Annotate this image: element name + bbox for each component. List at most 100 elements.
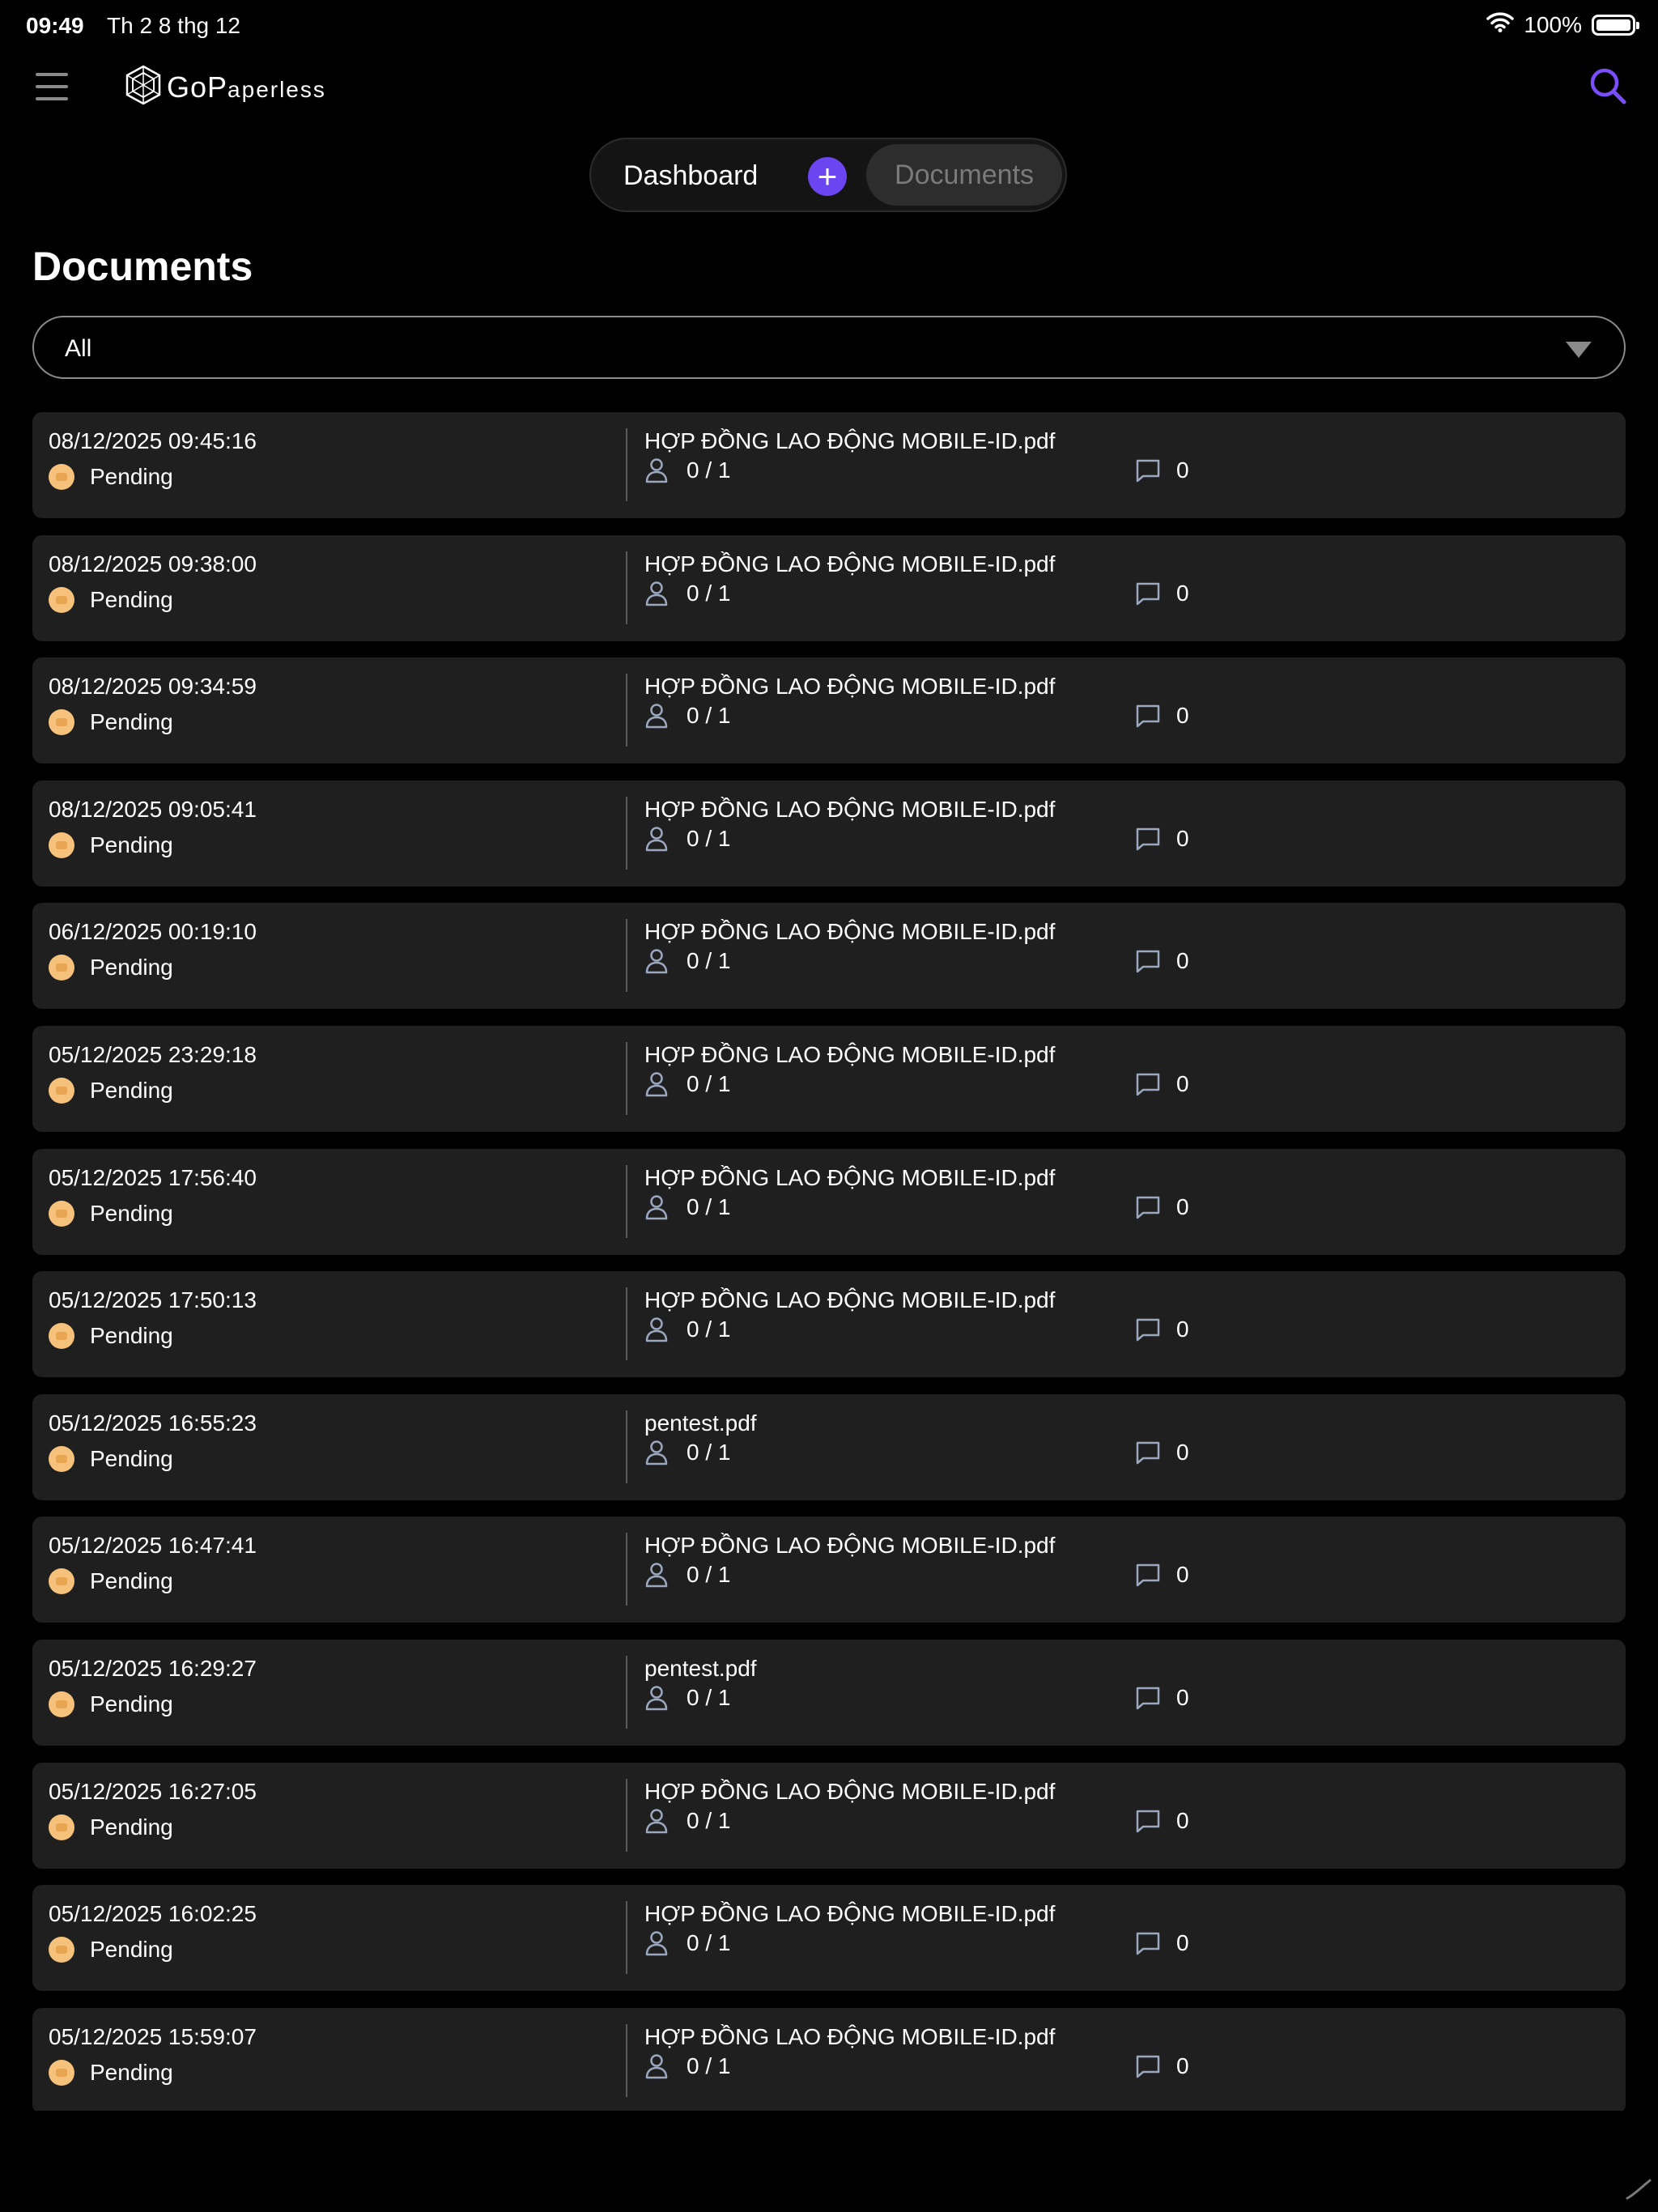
document-date: 05/12/2025 16:27:05 [49,1779,257,1804]
pending-status-icon [49,1691,74,1717]
document-name: HỢP ĐỒNG LAO ĐỘNG MOBILE-ID.pdf [644,1901,1056,1926]
pencil-stroke-icon [1624,2177,1653,2206]
comment-count: 0 [1176,948,1189,973]
signer-count: 0 / 1 [687,703,731,728]
status-time: 09:49 [26,13,84,38]
pending-status-icon [49,587,74,613]
chevron-down-icon [1566,342,1592,358]
comment-count: 0 [1176,1440,1189,1465]
document-card[interactable]: 05/12/2025 16:55:23 Pending pentest.pdf … [32,1394,1626,1500]
document-name: HỢP ĐỒNG LAO ĐỘNG MOBILE-ID.pdf [644,1779,1056,1804]
card-divider [626,1165,627,1238]
document-card[interactable]: 05/12/2025 16:27:05 Pending HỢP ĐỒNG LAO… [32,1763,1626,1869]
signer-count: 0 / 1 [687,1562,731,1587]
document-status: Pending [90,1201,173,1226]
document-card[interactable]: 08/12/2025 09:05:41 Pending HỢP ĐỒNG LAO… [32,781,1626,887]
document-name: HỢP ĐỒNG LAO ĐỘNG MOBILE-ID.pdf [644,1533,1056,1558]
document-status: Pending [90,1937,173,1962]
document-date: 05/12/2025 23:29:18 [49,1042,257,1067]
add-document-button[interactable]: + [808,157,847,196]
document-name: HỢP ĐỒNG LAO ĐỘNG MOBILE-ID.pdf [644,1165,1056,1190]
document-name: HỢP ĐỒNG LAO ĐỘNG MOBILE-ID.pdf [644,551,1056,576]
document-card[interactable]: 08/12/2025 09:38:00 Pending HỢP ĐỒNG LAO… [32,535,1626,641]
card-divider [626,551,627,624]
signer-count: 0 / 1 [687,457,731,483]
comment-count: 0 [1176,2053,1189,2078]
document-card[interactable]: 05/12/2025 16:29:27 Pending pentest.pdf … [32,1640,1626,1746]
tab-dashboard[interactable]: Dashboard [623,160,758,192]
document-card[interactable]: 05/12/2025 17:50:13 Pending HỢP ĐỒNG LAO… [32,1271,1626,1377]
comment-icon [1135,826,1161,856]
comment-icon [1135,1562,1161,1592]
document-name: HỢP ĐỒNG LAO ĐỘNG MOBILE-ID.pdf [644,919,1056,944]
user-icon [644,1562,669,1592]
document-date: 08/12/2025 09:45:16 [49,428,257,453]
comment-count: 0 [1176,1194,1189,1219]
card-divider [626,428,627,501]
comment-count: 0 [1176,1071,1189,1096]
status-bar: 09:49 Th 2 8 thg 12 100% [0,0,1658,52]
comment-count: 0 [1176,1562,1189,1587]
page-title: Documents [32,244,253,289]
document-card[interactable]: 05/12/2025 15:59:07 Pending HỢP ĐỒNG LAO… [32,2008,1626,2111]
comment-icon [1135,948,1161,978]
signer-count: 0 / 1 [687,1317,731,1342]
comment-icon [1135,457,1161,487]
user-icon [644,1930,669,1960]
battery-percent: 100% [1524,11,1582,37]
comment-icon [1135,1440,1161,1470]
search-icon[interactable] [1588,66,1627,111]
signer-count: 0 / 1 [687,948,731,973]
comment-count: 0 [1176,581,1189,606]
comment-icon [1135,1685,1161,1715]
signer-count: 0 / 1 [687,581,731,606]
menu-icon[interactable] [36,73,68,100]
pending-status-icon [49,709,74,735]
comment-count: 0 [1176,457,1189,483]
comment-count: 0 [1176,1930,1189,1955]
comment-icon [1135,1808,1161,1838]
card-divider [626,1901,627,1974]
document-card[interactable]: 08/12/2025 09:34:59 Pending HỢP ĐỒNG LAO… [32,657,1626,764]
comment-icon [1135,2053,1161,2083]
card-divider [626,1656,627,1729]
document-card[interactable]: 06/12/2025 00:19:10 Pending HỢP ĐỒNG LAO… [32,903,1626,1009]
document-date: 05/12/2025 16:29:27 [49,1656,257,1681]
document-card[interactable]: 05/12/2025 16:02:25 Pending HỢP ĐỒNG LAO… [32,1885,1626,1991]
document-date: 06/12/2025 00:19:10 [49,919,257,944]
top-bar: GoPaperless [0,57,1658,117]
card-divider [626,919,627,992]
pending-status-icon [49,2060,74,2086]
pending-status-icon [49,1078,74,1104]
user-icon [644,1317,669,1346]
document-card[interactable]: 05/12/2025 17:56:40 Pending HỢP ĐỒNG LAO… [32,1149,1626,1255]
document-status: Pending [90,709,173,734]
document-name: HỢP ĐỒNG LAO ĐỘNG MOBILE-ID.pdf [644,1287,1056,1312]
document-card[interactable]: 08/12/2025 09:45:16 Pending HỢP ĐỒNG LAO… [32,412,1626,518]
pending-status-icon [49,1323,74,1349]
user-icon [644,948,669,978]
signer-count: 0 / 1 [687,1194,731,1219]
card-divider [626,1287,627,1360]
document-date: 08/12/2025 09:05:41 [49,797,257,822]
wifi-icon [1486,11,1515,38]
document-card[interactable]: 05/12/2025 23:29:18 Pending HỢP ĐỒNG LAO… [32,1026,1626,1132]
battery-icon [1592,14,1639,36]
comment-icon [1135,581,1161,610]
user-icon [644,2053,669,2083]
comment-count: 0 [1176,1808,1189,1833]
pending-status-icon [49,955,74,981]
document-name: HỢP ĐỒNG LAO ĐỘNG MOBILE-ID.pdf [644,1042,1056,1067]
document-date: 05/12/2025 16:47:41 [49,1533,257,1558]
document-card[interactable]: 05/12/2025 16:47:41 Pending HỢP ĐỒNG LAO… [32,1516,1626,1623]
card-divider [626,1779,627,1852]
tab-documents[interactable]: Documents [866,144,1062,206]
status-filter-select[interactable]: All [32,316,1626,379]
document-list: 08/12/2025 09:45:16 Pending HỢP ĐỒNG LAO… [32,412,1626,2111]
signer-count: 0 / 1 [687,1930,731,1955]
card-divider [626,797,627,870]
pending-status-icon [49,1937,74,1963]
main-nav: Dashboard + Documents [589,138,1067,212]
signer-count: 0 / 1 [687,1071,731,1096]
document-status: Pending [90,1446,173,1471]
